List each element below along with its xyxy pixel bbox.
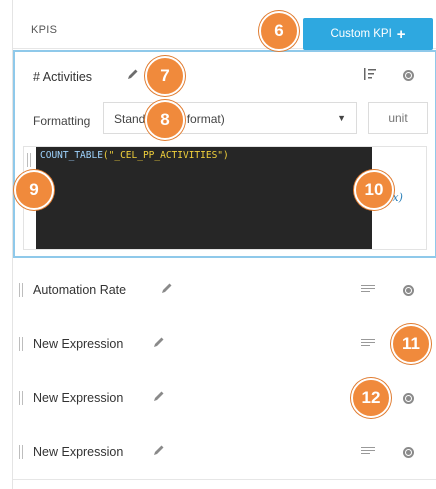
- callout-badge: 11: [391, 324, 431, 364]
- active-kpi-card: # Activities Formatting Standard (no for…: [13, 50, 436, 258]
- code-function: COUNT_TABLE: [40, 150, 103, 161]
- callout-badge: 6: [259, 11, 299, 51]
- pencil-icon[interactable]: [153, 390, 165, 405]
- custom-kpi-label: Custom KPI: [330, 28, 392, 40]
- unit-input[interactable]: [368, 102, 428, 134]
- kpi-row[interactable]: New Expression: [13, 317, 436, 372]
- lines-icon[interactable]: [361, 285, 375, 295]
- callout-badge: 8: [145, 100, 185, 140]
- code-arguments: ("_CEL_PP_ACTIVITIES"): [102, 150, 229, 161]
- kpi-header: KPIS Custom KPI +: [13, 10, 436, 50]
- callout-badge: 10: [354, 170, 394, 210]
- kpi-row-label: New Expression: [33, 445, 124, 459]
- kpi-row[interactable]: Automation Rate: [13, 263, 436, 318]
- kpi-header-title: KPIS: [31, 24, 58, 36]
- custom-kpi-button[interactable]: Custom KPI +: [303, 18, 433, 50]
- remove-icon[interactable]: [403, 70, 414, 81]
- caret-down-icon: ▼: [337, 113, 346, 123]
- kpi-row-label: Automation Rate: [33, 283, 127, 297]
- pencil-icon[interactable]: [161, 282, 173, 297]
- drag-handle-icon[interactable]: [19, 445, 23, 459]
- remove-icon[interactable]: [403, 285, 414, 296]
- kpi-row-label: New Expression: [33, 337, 124, 351]
- callout-badge: 9: [14, 170, 54, 210]
- kpi-row-label: New Expression: [33, 391, 124, 405]
- remove-icon[interactable]: [403, 393, 414, 404]
- plus-icon: +: [396, 25, 406, 43]
- format-select[interactable]: Standard (no format) ▼: [103, 102, 357, 134]
- kpi-row[interactable]: New Expression: [13, 425, 436, 480]
- pencil-icon[interactable]: [127, 68, 139, 83]
- remove-icon[interactable]: [403, 447, 414, 458]
- formula-editor[interactable]: COUNT_TABLE("_CEL_PP_ACTIVITIES"): [36, 147, 372, 249]
- drag-handle-icon[interactable]: [19, 283, 23, 297]
- drag-handle-icon[interactable]: [19, 391, 23, 405]
- pencil-icon[interactable]: [153, 444, 165, 459]
- drag-handle-icon[interactable]: [19, 337, 23, 351]
- formatting-label: Formatting: [33, 114, 91, 128]
- lines-icon[interactable]: [361, 447, 375, 457]
- sort-icon[interactable]: [363, 67, 377, 86]
- drag-handle-icon[interactable]: [27, 153, 31, 167]
- callout-badge: 12: [351, 378, 391, 418]
- lines-icon[interactable]: [361, 339, 375, 349]
- pencil-icon[interactable]: [153, 336, 165, 351]
- active-kpi-name: # Activities: [33, 70, 93, 84]
- callout-badge: 7: [145, 56, 185, 96]
